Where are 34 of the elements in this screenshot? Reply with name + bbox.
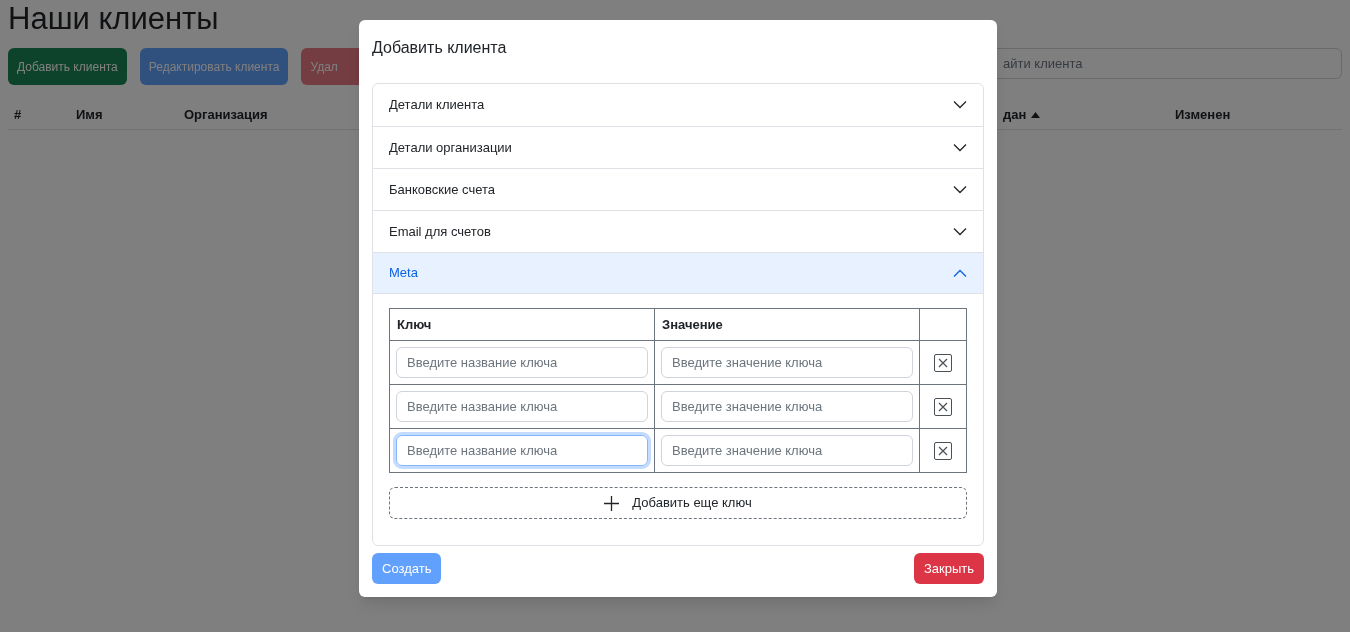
column-header[interactable]: Организация xyxy=(184,104,268,125)
column-header[interactable]: Изменен xyxy=(1175,104,1231,125)
add-key-button[interactable]: Добавить еще ключ xyxy=(389,487,967,519)
add-client-button[interactable]: Добавить клиента xyxy=(8,48,127,85)
value-input-field[interactable]: Введите значение ключа xyxy=(661,347,913,378)
key-input-field[interactable]: Введите название ключа xyxy=(396,347,648,378)
plus-icon xyxy=(604,495,620,511)
key-input-field[interactable]: Введите название ключа xyxy=(396,391,648,422)
delete-row-button[interactable] xyxy=(934,354,952,373)
close-button[interactable]: Закрыть xyxy=(913,553,984,584)
column-header: Значение xyxy=(654,308,920,341)
value-input-field[interactable]: Введите значение ключа xyxy=(661,435,913,466)
chevron-down-icon xyxy=(953,143,967,152)
close-icon xyxy=(938,358,948,369)
accordion-header[interactable]: Детали клиента xyxy=(373,84,983,126)
column-header: Ключ xyxy=(389,308,655,341)
delete-row-button[interactable] xyxy=(934,442,952,461)
close-icon xyxy=(938,402,948,413)
chevron-up-icon xyxy=(953,269,967,277)
accordion-header[interactable]: Детали организации xyxy=(373,126,983,168)
close-icon xyxy=(938,446,948,457)
chevron-down-icon xyxy=(953,185,967,194)
column-header[interactable]: # xyxy=(14,104,22,125)
column-header[interactable]: Имя xyxy=(76,104,103,125)
accordion-header[interactable]: Meta xyxy=(373,252,983,294)
key-input-field[interactable]: Введите название ключа xyxy=(396,435,648,466)
chevron-down-icon xyxy=(953,101,967,109)
chevron-down-icon xyxy=(953,227,967,236)
column-header[interactable]: дан xyxy=(1003,104,1027,125)
page-title: Наши клиенты xyxy=(8,0,220,38)
value-input-field[interactable]: Введите значение ключа xyxy=(661,391,913,422)
modal-title: Добавить клиента xyxy=(372,38,508,58)
delete-row-button[interactable] xyxy=(934,398,952,417)
accordion-header[interactable]: Банковские счета xyxy=(373,168,983,210)
